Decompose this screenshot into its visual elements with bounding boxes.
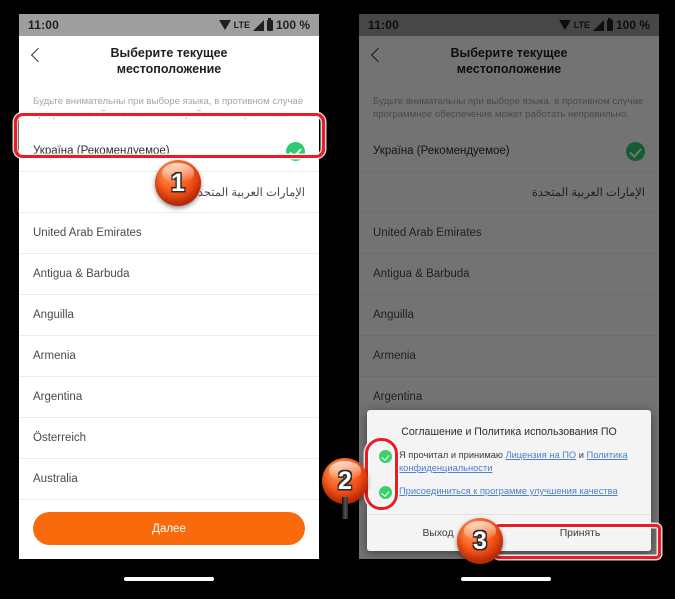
country-label: United Arab Emirates	[33, 227, 142, 239]
cta-container: Далее	[19, 504, 319, 559]
battery-icon	[266, 17, 273, 31]
dialog-body: Я прочитал и принимаю Лицензия на ПО и П…	[367, 449, 651, 514]
system-nav-bar	[0, 559, 338, 599]
country-label: Österreich	[33, 432, 87, 444]
step-badge-2: 2	[322, 458, 368, 519]
status-time: 11:00	[28, 18, 60, 32]
country-label: Anguilla	[33, 309, 74, 321]
list-item[interactable]: Armenia	[19, 336, 319, 377]
consent-prefix: Я прочитал и принимаю	[399, 450, 506, 460]
phone-frame-right: 11:00 LTE 100 % Выберите текущее местопо…	[337, 0, 675, 599]
consent-license-text: Я прочитал и принимаю Лицензия на ПО и П…	[399, 449, 639, 474]
home-indicator[interactable]	[461, 577, 551, 581]
consent-improvement-text: Присоединиться к программе улучшения кач…	[399, 485, 618, 498]
consent-row-license[interactable]: Я прочитал и принимаю Лицензия на ПО и П…	[379, 449, 639, 474]
list-item[interactable]: United Arab Emirates	[19, 213, 319, 254]
accept-button[interactable]: Принять	[509, 515, 651, 551]
improvement-program-link[interactable]: Присоединиться к программе улучшения кач…	[399, 486, 618, 496]
signal-icon	[252, 19, 264, 31]
battery-percent-label: 100 %	[275, 18, 310, 32]
home-indicator[interactable]	[124, 577, 214, 581]
app-header: Выберите текущее местоположение	[19, 36, 319, 87]
step-badge-2-pointer	[342, 496, 348, 519]
list-item[interactable]: Österreich	[19, 418, 319, 459]
phone-frame-left: 11:00 LTE 100 % Выберите текущее местопо…	[0, 0, 338, 599]
hint-text: Будьте внимательны при выборе языка, в п…	[19, 87, 319, 131]
dialog-title: Соглашение и Политика использования ПО	[401, 426, 617, 438]
page-title-line-1: Выберите текущее	[110, 46, 228, 60]
country-label: Antigua & Barbuda	[33, 268, 130, 280]
phone-screen-left: 11:00 LTE 100 % Выберите текущее местопо…	[19, 14, 319, 559]
step-badge-2-number: 2	[338, 466, 352, 495]
checkbox-checked-icon[interactable]	[379, 450, 392, 463]
system-nav-bar	[337, 559, 675, 599]
country-label: Україна (Рекомендуемое)	[33, 145, 170, 157]
consent-conjunction: и	[576, 450, 587, 460]
phone-screen-right: 11:00 LTE 100 % Выберите текущее местопо…	[359, 14, 659, 559]
dialog-actions: Выход Принять	[367, 514, 651, 551]
license-link[interactable]: Лицензия на ПО	[505, 450, 576, 460]
country-label: Australia	[33, 473, 78, 485]
next-button[interactable]: Далее	[33, 512, 305, 545]
step-badge-3: 3	[457, 518, 503, 564]
page-title-line-2: местоположение	[116, 62, 222, 76]
list-item[interactable]: Australia	[19, 459, 319, 500]
network-type-label: LTE	[233, 20, 250, 30]
list-item[interactable]: Argentina	[19, 377, 319, 418]
step-badge-1-number: 1	[171, 168, 185, 197]
list-item[interactable]: Anguilla	[19, 295, 319, 336]
country-label: Armenia	[33, 350, 76, 362]
agreement-dialog: Соглашение и Политика использования ПО Я…	[367, 410, 651, 551]
checkbox-checked-icon[interactable]	[379, 486, 392, 499]
page-title: Выберите текущее местоположение	[19, 45, 319, 77]
consent-row-improvement[interactable]: Присоединиться к программе улучшения кач…	[379, 485, 639, 499]
status-bar: 11:00 LTE 100 %	[19, 14, 319, 36]
status-indicators: LTE 100 %	[218, 17, 310, 32]
wifi-icon	[218, 20, 231, 30]
step-badge-1: 1	[155, 160, 201, 206]
screenshot-canvas: 11:00 LTE 100 % Выберите текущее местопо…	[0, 0, 675, 599]
country-label: Argentina	[33, 391, 83, 403]
check-circle-icon	[286, 141, 305, 161]
list-item[interactable]: Antigua & Barbuda	[19, 254, 319, 295]
step-badge-3-number: 3	[473, 526, 487, 555]
